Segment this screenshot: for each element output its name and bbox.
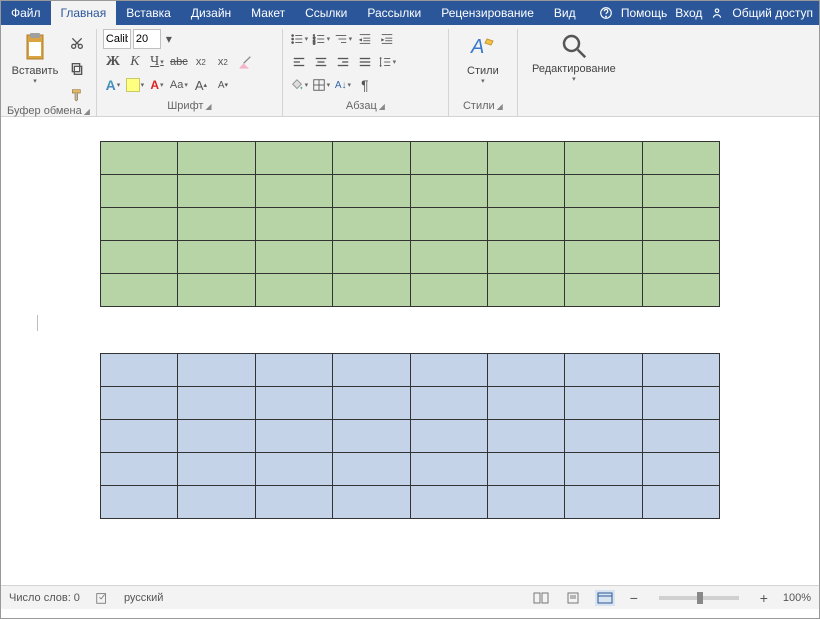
bold-button[interactable]: Ж [103,52,123,72]
menu-home[interactable]: Главная [51,1,117,25]
print-layout-icon[interactable] [563,590,583,606]
group-styles: A Стили ▾ Стили◢ [449,29,518,116]
paste-button[interactable]: Вставить ▾ [7,29,63,105]
text-cursor [37,315,38,331]
copy-icon[interactable] [67,59,87,79]
align-left-button[interactable] [289,52,309,72]
font-color-button[interactable]: A [147,75,167,95]
subscript-button[interactable]: x2 [191,52,211,72]
menu-insert[interactable]: Вставка [116,1,181,25]
web-layout-icon[interactable] [595,590,615,606]
highlight-button[interactable] [125,75,145,95]
font-group-label: Шрифт [167,100,203,112]
align-right-button[interactable] [333,52,353,72]
clear-format-button[interactable] [235,52,255,72]
change-case-button[interactable]: Aa [169,75,189,95]
menu-references[interactable]: Ссылки [295,1,357,25]
multilevel-button[interactable] [333,29,353,49]
table-1[interactable] [100,141,720,307]
menu-file[interactable]: Файл [1,1,51,25]
font-size-input[interactable] [133,29,161,49]
proofing-icon[interactable] [92,590,112,606]
outdent-button[interactable] [355,29,375,49]
zoom-out-button[interactable]: − [627,590,641,606]
login-label[interactable]: Вход [675,6,702,20]
styles-button[interactable]: A Стили ▾ [455,29,511,100]
indent-button[interactable] [377,29,397,49]
clipboard-group-label: Буфер обмена [7,105,82,117]
menu-review[interactable]: Рецензирование [431,1,544,25]
menu-layout[interactable]: Макет [241,1,295,25]
share-label[interactable]: Общий доступ [732,6,813,20]
align-center-button[interactable] [311,52,331,72]
font-name-input[interactable] [103,29,131,49]
menu-mailings[interactable]: Рассылки [357,1,431,25]
clipboard-icon [19,31,51,63]
cut-icon[interactable] [67,33,87,53]
text-effects-button[interactable]: A [103,75,123,95]
read-mode-icon[interactable] [531,590,551,606]
group-paragraph: 123 A↓ ¶ Абзац◢ [283,29,449,116]
word-count[interactable]: Число слов: 0 [9,592,80,604]
show-marks-button[interactable]: ¶ [355,75,375,95]
strike-button[interactable]: abc [169,52,189,72]
format-painter-icon[interactable] [67,85,87,105]
zoom-value[interactable]: 100% [783,592,811,604]
help-label[interactable]: Помощь [621,6,667,20]
zoom-in-button[interactable]: + [757,590,771,606]
italic-button[interactable]: К [125,52,145,72]
zoom-slider[interactable] [659,596,739,600]
paragraph-group-label: Абзац [346,100,377,112]
superscript-button[interactable]: x2 [213,52,233,72]
main-menubar: Файл Главная Вставка Дизайн Макет Ссылки… [1,1,819,25]
help-icon[interactable] [599,6,613,20]
document-canvas[interactable] [1,117,819,585]
paste-label: Вставить [12,65,59,77]
editing-button[interactable]: Редактирование ▾ [524,29,624,100]
menu-view[interactable]: Вид [544,1,586,25]
share-icon [710,6,724,20]
ribbon: Вставить ▾ Буфер обмена◢ ▾ Ж К Ч abc [1,25,819,117]
status-bar: Число слов: 0 русский − + 100% [1,585,819,609]
bullets-button[interactable] [289,29,309,49]
sort-button[interactable]: A↓ [333,75,353,95]
language-label[interactable]: русский [124,592,163,604]
table-2[interactable] [100,353,720,519]
svg-text:A: A [470,36,484,58]
group-font: ▾ Ж К Ч abc x2 x2 A A Aa A▴ A▾ Шрифт◢ [97,29,283,116]
shrink-font-button[interactable]: A▾ [213,75,233,95]
grow-font-button[interactable]: A▴ [191,75,211,95]
svg-text:3: 3 [313,40,316,45]
group-editing: Редактирование ▾ [518,29,630,116]
styles-label: Стили [467,65,499,77]
menu-design[interactable]: Дизайн [181,1,241,25]
styles-group-label: Стили [463,100,495,112]
group-clipboard: Вставить ▾ Буфер обмена◢ [1,29,97,116]
justify-button[interactable] [355,52,375,72]
editing-label: Редактирование [532,63,616,75]
borders-button[interactable] [311,75,331,95]
underline-button[interactable]: Ч [147,52,167,72]
font-size-stepper[interactable]: ▾ [163,29,175,49]
shading-button[interactable] [289,75,309,95]
numbering-button[interactable]: 123 [311,29,331,49]
line-spacing-button[interactable] [377,52,397,72]
